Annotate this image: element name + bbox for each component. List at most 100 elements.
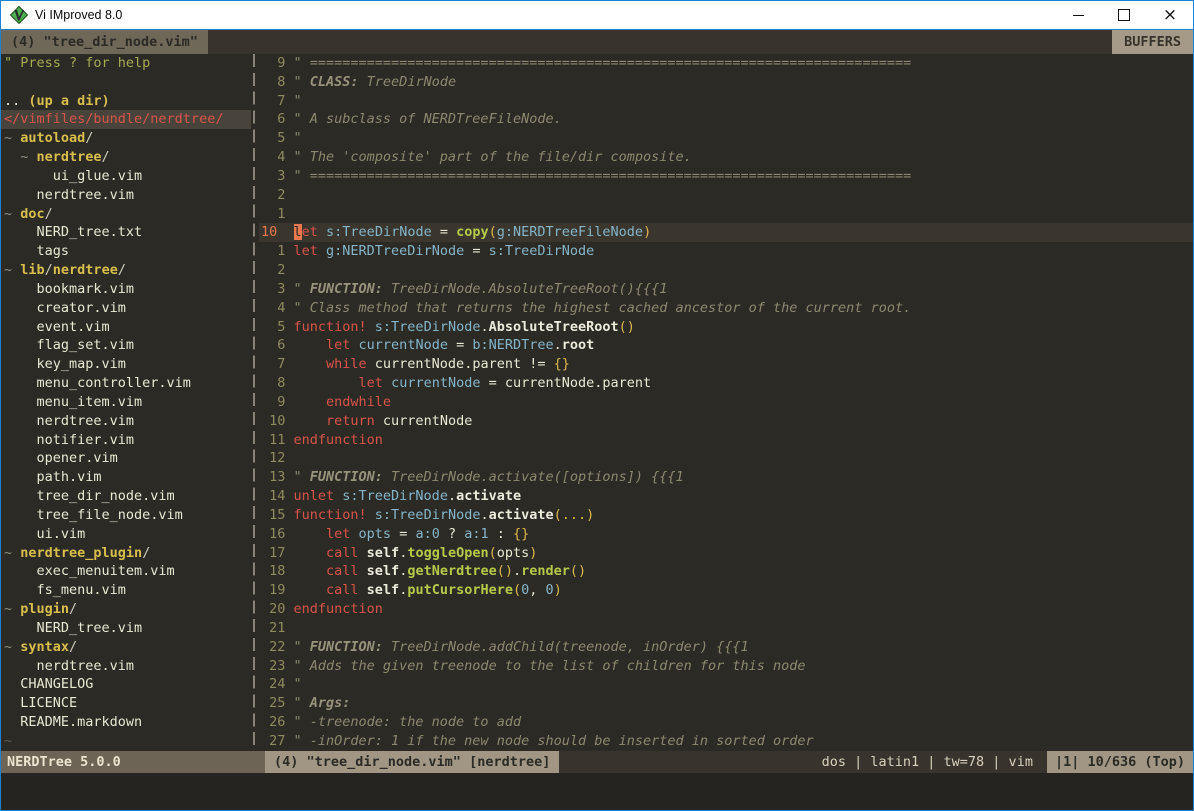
code-line[interactable]: 4" The 'composite' part of the file/dir … <box>259 148 1193 167</box>
tree-row[interactable]: creator.vim <box>1 299 251 318</box>
tree-row[interactable]: nerdtree.vim <box>1 186 251 205</box>
tree-row[interactable]: CHANGELOG <box>1 675 251 694</box>
tree-row[interactable]: nerdtree.vim <box>1 657 251 676</box>
window-split-separator[interactable] <box>251 54 259 751</box>
code-line[interactable]: 23" Adds the given treenode to the list … <box>259 657 1193 676</box>
code-line[interactable]: 1 <box>259 205 1193 224</box>
token-par: ) <box>554 582 562 598</box>
tree-row[interactable]: ~ nerdtree/ <box>1 148 251 167</box>
window-title: Vi IMproved 8.0 <box>35 8 122 22</box>
tree-row[interactable]: ~ lib/nerdtree/ <box>1 261 251 280</box>
code-line[interactable]: 3" FUNCTION: TreeDirNode.AbsoluteTreeRoo… <box>259 280 1193 299</box>
tab-tree-dir-node[interactable]: (4) "tree_dir_node.vim" <box>1 30 208 54</box>
tree-row[interactable]: nerdtree.vim <box>1 412 251 431</box>
tree-row[interactable]: tags <box>1 242 251 261</box>
tree-row[interactable]: ~ doc/ <box>1 205 251 224</box>
code-line[interactable]: 8 let currentNode = currentNode.parent <box>259 374 1193 393</box>
tree-row[interactable]: flag_set.vim <box>1 336 251 355</box>
code-line[interactable]: 8" CLASS: TreeDirNode <box>259 73 1193 92</box>
tree-row[interactable]: ~ plugin/ <box>1 600 251 619</box>
code-line[interactable]: 10let s:TreeDirNode = copy(g:NERDTreeFil… <box>259 223 1193 242</box>
code-line[interactable]: 7" <box>259 92 1193 111</box>
tree-row[interactable]: menu_item.vim <box>1 393 251 412</box>
code-line[interactable]: 14unlet s:TreeDirNode.activate <box>259 487 1193 506</box>
tree-row[interactable]: </vimfiles/bundle/nerdtree/ <box>1 110 251 129</box>
token-par: ( <box>489 224 497 240</box>
tree-row[interactable]: opener.vim <box>1 449 251 468</box>
tree-row[interactable]: ui.vim <box>1 525 251 544</box>
code-line[interactable]: 19 call self.putCursorHere(0, 0) <box>259 581 1193 600</box>
line-number: 17 <box>261 544 285 563</box>
maximize-button[interactable] <box>1101 1 1147 29</box>
code-line[interactable]: 11endfunction <box>259 431 1193 450</box>
tree-row[interactable]: ui_glue.vim <box>1 167 251 186</box>
code-line[interactable]: 21 <box>259 619 1193 638</box>
tree-row[interactable]: key_map.vim <box>1 355 251 374</box>
token-kw: et <box>302 224 318 240</box>
token-tilde: ~ <box>4 206 20 222</box>
token-file: creator.vim <box>4 300 126 316</box>
token-txt <box>318 243 326 259</box>
token-fn: render <box>521 563 570 579</box>
code-line[interactable]: 18 call self.getNerdtree().render() <box>259 562 1193 581</box>
token-cmb: FUNCTION: <box>310 281 383 297</box>
tree-row[interactable]: " Press ? for help <box>1 54 251 73</box>
tree-row[interactable]: .. (up a dir) <box>1 92 251 111</box>
tree-row[interactable] <box>1 73 251 92</box>
code-line[interactable]: 24" <box>259 675 1193 694</box>
vim-logo-icon <box>9 5 29 25</box>
code-line[interactable]: 6 let currentNode = b:NERDTree.root <box>259 336 1193 355</box>
code-line[interactable]: 13" FUNCTION: TreeDirNode.activate([opti… <box>259 468 1193 487</box>
code-line[interactable]: 26" -treenode: the node to add <box>259 713 1193 732</box>
code-line[interactable]: 2 <box>259 186 1193 205</box>
code-line[interactable]: 16 let opts = a:0 ? a:1 : {} <box>259 525 1193 544</box>
code-line[interactable]: 3" =====================================… <box>259 167 1193 186</box>
tree-row[interactable]: ~ nerdtree_plugin/ <box>1 544 251 563</box>
code-line[interactable]: 4" Class method that returns the highest… <box>259 299 1193 318</box>
code-line[interactable]: 12 <box>259 449 1193 468</box>
tree-row[interactable]: event.vim <box>1 318 251 337</box>
tree-row[interactable]: notifier.vim <box>1 431 251 450</box>
tree-row[interactable]: ~ syntax/ <box>1 638 251 657</box>
command-line[interactable] <box>1 773 1193 810</box>
code-line[interactable]: 6" A subclass of NERDTreeFileNode. <box>259 110 1193 129</box>
tree-row[interactable]: LICENCE <box>1 694 251 713</box>
token-txt: . <box>513 563 521 579</box>
code-line[interactable]: 2 <box>259 261 1193 280</box>
code-line[interactable]: 5" <box>259 129 1193 148</box>
code-line[interactable]: 27" -inOrder: 1 if the new node should b… <box>259 732 1193 751</box>
tree-row[interactable]: ~ <box>1 732 251 751</box>
token-file: tree_dir_node.vim <box>4 488 175 504</box>
code-line[interactable]: 9" =====================================… <box>259 54 1193 73</box>
token-slf: self <box>367 545 400 561</box>
tree-row[interactable]: path.vim <box>1 468 251 487</box>
tree-row[interactable]: exec_menuitem.vim <box>1 562 251 581</box>
tree-row[interactable]: README.markdown <box>1 713 251 732</box>
token-fn: toggleOpen <box>407 545 488 561</box>
tree-row[interactable]: ~ autoload/ <box>1 129 251 148</box>
code-line[interactable]: 20endfunction <box>259 600 1193 619</box>
code-line[interactable]: 15function! s:TreeDirNode.activate(...) <box>259 506 1193 525</box>
tree-row[interactable]: NERD_tree.txt <box>1 223 251 242</box>
code-line[interactable]: 25" Args: <box>259 694 1193 713</box>
close-button[interactable]: × <box>1147 1 1193 29</box>
line-number: 4 <box>261 299 285 318</box>
token-cm: " <box>294 676 302 692</box>
code-line[interactable]: 5function! s:TreeDirNode.AbsoluteTreeRoo… <box>259 318 1193 337</box>
code-line[interactable]: 7 while currentNode.parent != {} <box>259 355 1193 374</box>
tree-row[interactable]: fs_menu.vim <box>1 581 251 600</box>
tree-row[interactable]: tree_dir_node.vim <box>1 487 251 506</box>
code-line[interactable]: 9 endwhile <box>259 393 1193 412</box>
code-line[interactable]: 1let g:NERDTreeDirNode = s:TreeDirNode <box>259 242 1193 261</box>
tree-row[interactable]: bookmark.vim <box>1 280 251 299</box>
tree-row[interactable]: tree_file_node.vim <box>1 506 251 525</box>
token-txt <box>367 319 375 335</box>
token-tilde: ~ <box>4 545 20 561</box>
minimize-button[interactable] <box>1055 1 1101 29</box>
token-cm: " <box>294 93 302 109</box>
code-line[interactable]: 22" FUNCTION: TreeDirNode.addChild(treen… <box>259 638 1193 657</box>
code-line[interactable]: 10 return currentNode <box>259 412 1193 431</box>
tree-row[interactable]: NERD_tree.vim <box>1 619 251 638</box>
tree-row[interactable]: menu_controller.vim <box>1 374 251 393</box>
code-line[interactable]: 17 call self.toggleOpen(opts) <box>259 544 1193 563</box>
